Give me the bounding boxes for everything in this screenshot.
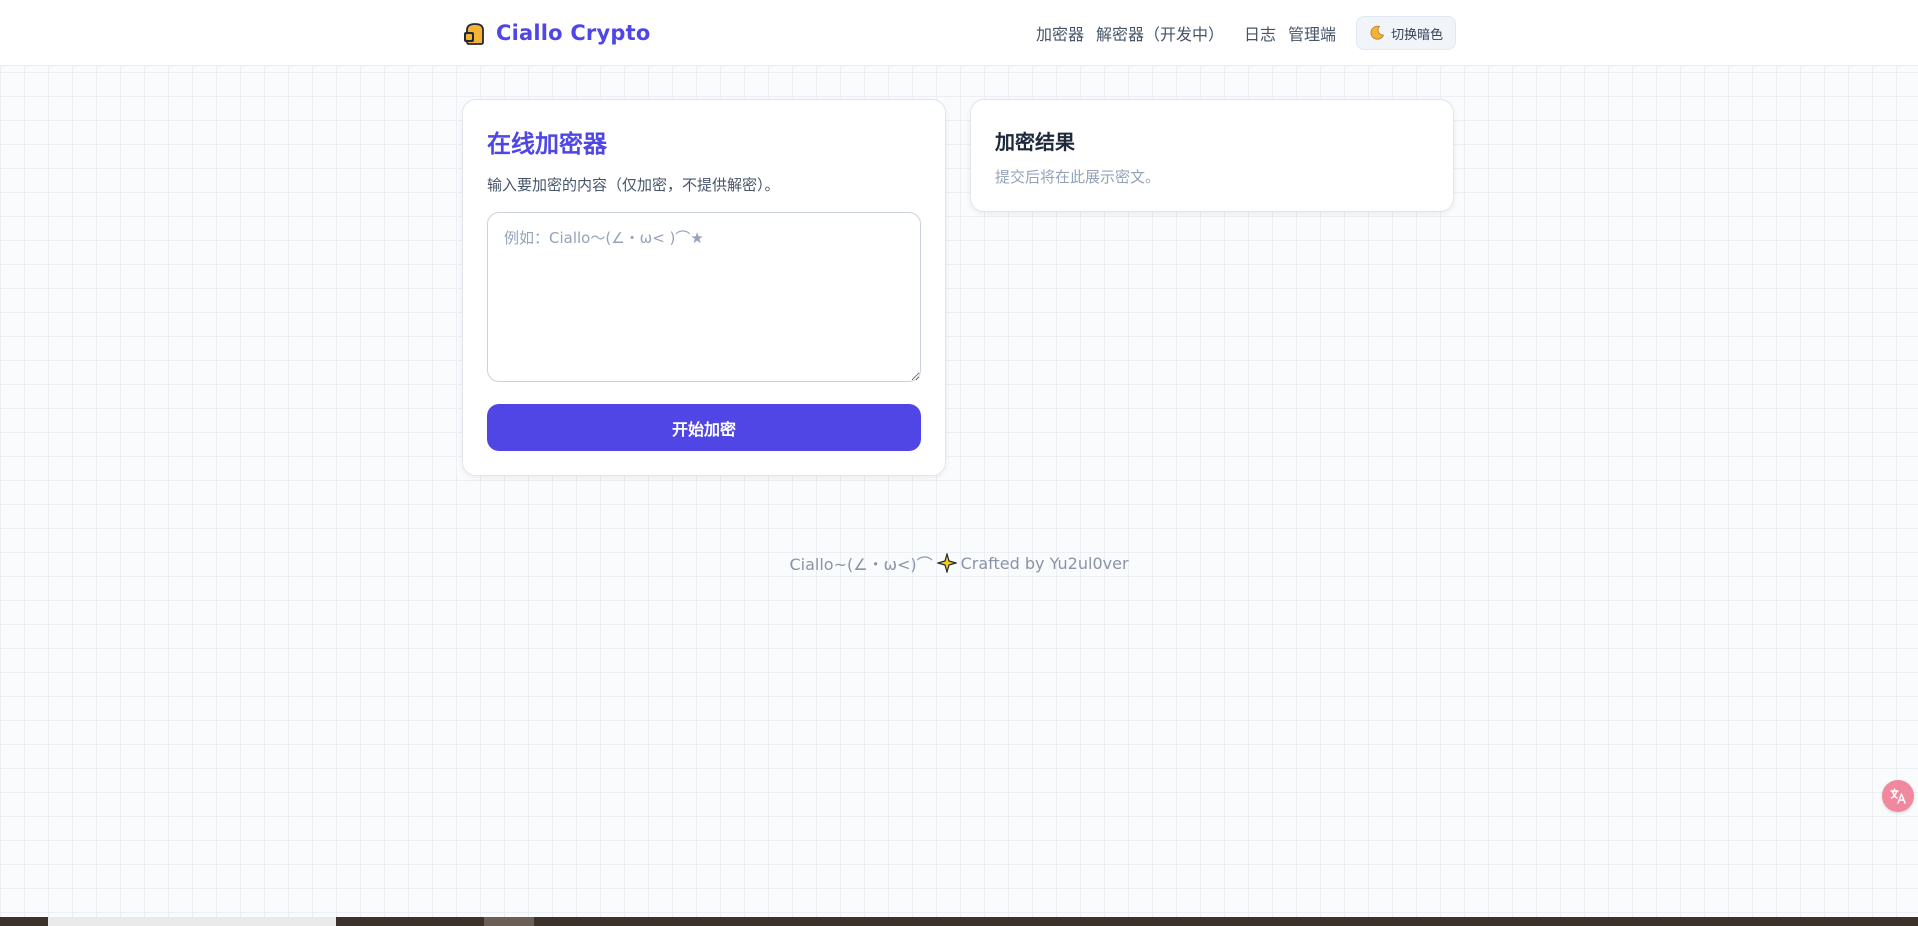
nav-decryptor[interactable]: 解密器（开发中） <box>1096 21 1224 45</box>
nav-logs[interactable]: 日志 <box>1244 21 1276 45</box>
main-nav: 加密器 解密器（开发中） 日志 管理端 切换暗色 <box>1036 16 1457 50</box>
taskbar-window-tab[interactable] <box>48 917 336 926</box>
theme-toggle-button[interactable]: 切换暗色 <box>1356 16 1457 50</box>
brand[interactable]: Ciallo Crypto <box>462 18 650 48</box>
encrypt-title: 在线加密器 <box>487 130 607 158</box>
start-encrypt-button[interactable]: 开始加密 <box>487 404 921 451</box>
encrypt-description: 输入要加密的内容（仅加密，不提供解密）。 <box>487 176 780 194</box>
taskbar-app-icon[interactable] <box>484 917 534 926</box>
result-placeholder: 提交后将在此展示密文。 <box>995 168 1161 186</box>
encrypt-card: 在线加密器 输入要加密的内容（仅加密，不提供解密）。 开始加密 <box>462 99 946 476</box>
moon-icon <box>1370 25 1385 40</box>
sparkle-icon <box>936 553 957 573</box>
os-taskbar <box>0 917 1918 926</box>
theme-toggle-label: 切换暗色 <box>1391 27 1444 43</box>
brand-name: Ciallo Crypto <box>496 21 651 45</box>
result-title: 加密结果 <box>995 130 1075 154</box>
footer-credit: Crafted by Yu2ul0ver <box>960 553 1129 573</box>
footer-prefix: Ciallo~(∠・ω<)⌒ <box>789 555 933 574</box>
result-card: 加密结果 提交后将在此展示密文。 <box>970 99 1454 212</box>
translate-float-button[interactable] <box>1882 780 1914 812</box>
nav-admin[interactable]: 管理端 <box>1288 21 1336 45</box>
top-header: Ciallo Crypto 加密器 解密器（开发中） 日志 管理端 切换暗色 <box>0 0 1918 66</box>
toast-icon <box>464 23 484 45</box>
plaintext-input[interactable] <box>487 212 921 382</box>
footer: Ciallo~(∠・ω<)⌒ Crafted by Yu2ul0ver <box>0 551 1918 575</box>
translate-icon <box>1890 788 1906 804</box>
nav-encryptor[interactable]: 加密器 <box>1036 21 1084 45</box>
